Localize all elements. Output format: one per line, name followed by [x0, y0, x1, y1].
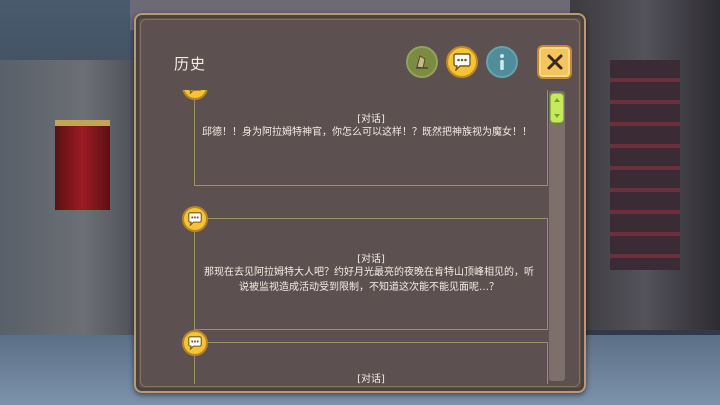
chat-bubble-icon: [188, 90, 202, 94]
scene-bookshelf: [610, 60, 680, 270]
entry-text: 邱德！！身为阿拉姆特神官，你怎么可以这样！？既然把神族视为魔女！！: [202, 127, 532, 138]
scrollbar-track[interactable]: [549, 91, 565, 381]
entry-chat-bubble: [182, 206, 208, 232]
voice-filter-button[interactable]: [406, 46, 438, 78]
entry-type-tag: [对话]: [357, 114, 385, 125]
history-panel: 历史 [对话] 邱德！！身为阿拉姆特神官，你怎么可以这样！？既然把神族视为魔女！…: [134, 13, 586, 393]
info-icon: [500, 54, 504, 70]
history-entry: [对话] 邱德！！身为阿拉姆特神官，你怎么可以这样！？既然把神族视为魔女！！: [178, 90, 548, 186]
panel-title: 历史: [174, 55, 207, 73]
entry-type-tag: [对话]: [357, 374, 385, 384]
close-button[interactable]: [537, 45, 572, 79]
entry-text: 那现在去见阿拉姆特大人吧？约好月光最亮的夜晚在肯特山顶峰相见的，听说被监视造成活…: [204, 267, 534, 293]
history-list[interactable]: [对话] 邱德！！身为阿拉姆特神官，你怎么可以这样！？既然把神族视为魔女！！ […: [178, 90, 548, 384]
close-icon: [547, 54, 562, 70]
entry-chat-bubble: [182, 330, 208, 356]
info-button[interactable]: [486, 46, 518, 78]
chat-bubble-icon: [188, 212, 202, 226]
scene-curtain: [55, 120, 110, 210]
history-entry: [对话]: [178, 330, 548, 384]
history-entry: [对话] 那现在去见阿拉姆特大人吧？约好月光最亮的夜晚在肯特山顶峰相见的，听说被…: [178, 206, 548, 330]
chat-bubble-icon: [453, 53, 471, 71]
voice-icon: [416, 55, 428, 69]
scene-left-wall: [0, 60, 140, 360]
entry-type-tag: [对话]: [357, 254, 385, 265]
chat-filter-button[interactable]: [446, 46, 478, 78]
scrollbar-thumb[interactable]: [550, 93, 564, 123]
chat-bubble-icon: [188, 336, 202, 350]
